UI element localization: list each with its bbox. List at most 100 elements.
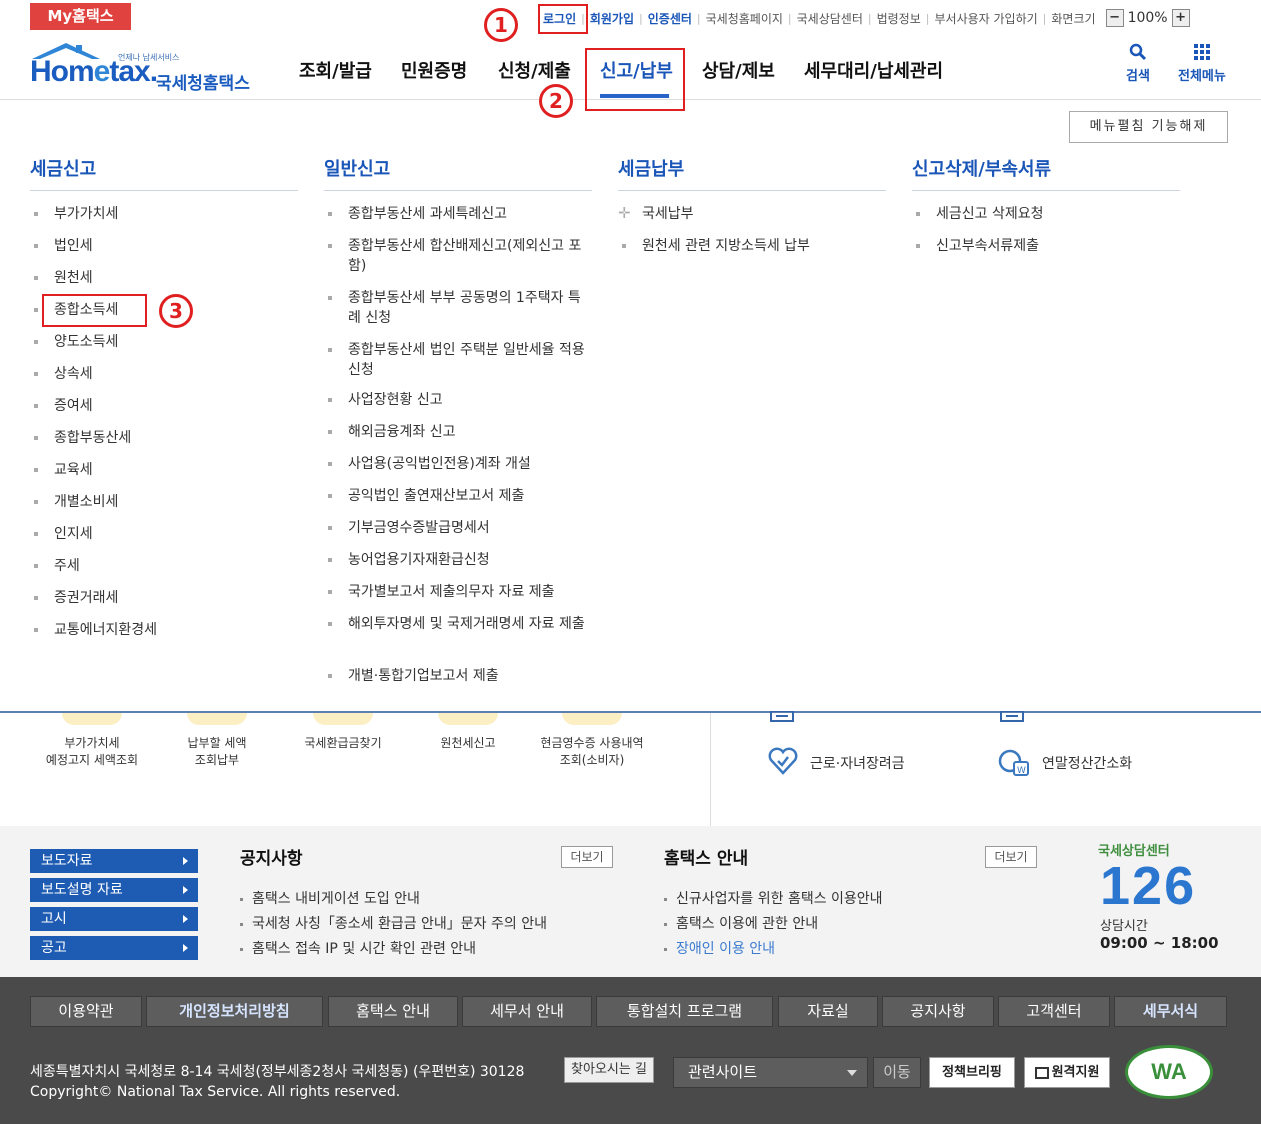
center-hours: 09:00 ~ 18:00 <box>1100 934 1219 952</box>
annotation-box-report-payment <box>585 48 685 111</box>
menu-item-vat[interactable]: 부가가치세 <box>34 204 118 224</box>
gnb-inquiry[interactable]: 조회/발급 <box>299 57 401 83</box>
side-button-announcement[interactable]: 공고 <box>30 936 198 960</box>
zoom-in-button[interactable]: + <box>1171 9 1190 27</box>
zoom-control: − 100% + <box>1105 9 1190 27</box>
footer-tax-forms-button[interactable]: 세무서식 <box>1114 996 1227 1027</box>
quick-icon-refund <box>313 713 373 725</box>
menu-item-overseas-account[interactable]: 해외금융계좌 신고 <box>328 422 593 442</box>
notice-item[interactable]: 국세청 사칭「종소세 환급금 안내」문자 주의 안내 <box>240 913 547 933</box>
menu-item-corporate-tax[interactable]: 법인세 <box>34 236 93 256</box>
notice-more-button[interactable]: 더보기 <box>561 846 613 868</box>
related-site-select[interactable]: 관련사이트 <box>673 1057 868 1088</box>
menu-item-donation-receipt[interactable]: 기부금영수증발급명세서 <box>328 518 593 538</box>
menu-item-transfer-tax[interactable]: 양도소득세 <box>34 332 118 352</box>
annotation-number-3: 3 <box>159 294 193 328</box>
menu-item-withholding-tax[interactable]: 원천세 <box>34 268 93 288</box>
svg-text:W: W <box>1017 766 1026 776</box>
gnb-consult[interactable]: 상담/제보 <box>702 57 804 83</box>
footer-hometax-guide-button[interactable]: 홈택스 안내 <box>328 996 458 1027</box>
menu-item-national-tax-payment[interactable]: ✛ 국세납부 <box>618 204 694 224</box>
menu-item-property-couple[interactable]: 종합부동산세 부부 공동명의 1주택자 특례 신청 <box>328 288 593 328</box>
search-button[interactable]: 검색 <box>1126 43 1150 84</box>
notice-item[interactable]: 홈택스 접속 IP 및 시간 확인 관련 안내 <box>240 938 476 958</box>
menu-item-company-report[interactable]: 개별·통합기업보고서 제출 <box>328 666 593 686</box>
dept-user-join-link[interactable]: 부서사용자 가입하기 <box>934 10 1037 27</box>
quick-link-refund-search[interactable]: 국세환급금찾기 <box>293 735 393 752</box>
hometax-logo[interactable]: 언제나 납세서비스 Hometax. 국세청홈택스 <box>30 41 260 94</box>
footer-terms-button[interactable]: 이용약관 <box>30 996 142 1027</box>
side-button-press-explanation[interactable]: 보도설명 자료 <box>30 878 198 902</box>
menu-item-property-corporate[interactable]: 종합부동산세 법인 주택분 일반세율 적용 신청 <box>328 340 593 380</box>
guide-more-button[interactable]: 더보기 <box>985 846 1037 868</box>
signup-link[interactable]: 회원가입 <box>590 10 634 27</box>
arrow-right-icon <box>183 915 188 923</box>
center-number: 126 <box>1100 856 1197 916</box>
quick-link-withholding[interactable]: 원천세신고 <box>418 735 518 752</box>
search-icon <box>1129 43 1147 61</box>
quick-icon-payable <box>187 713 247 725</box>
plus-icon: ✛ <box>618 204 631 222</box>
link-year-end-settlement[interactable]: 연말정산간소화 <box>1042 753 1132 773</box>
link-earned-income-credit[interactable]: 근로·자녀장려금 <box>810 753 905 773</box>
menu-item-overseas-investment[interactable]: 해외투자명세 및 국제거래명세 자료 제출 <box>328 614 593 634</box>
document-icon <box>1000 711 1024 722</box>
menu-item-liquor-tax[interactable]: 주세 <box>34 556 80 576</box>
footer-customer-center-button[interactable]: 고객센터 <box>998 996 1110 1027</box>
menu-item-country-report[interactable]: 국가별보고서 제출의무자 자료 제출 <box>328 582 593 602</box>
column-title-tax-report[interactable]: 세금신고 <box>30 155 96 181</box>
nts-homepage-link[interactable]: 국세청홈페이지 <box>706 10 783 27</box>
menu-item-transport-energy-tax[interactable]: 교통에너지환경세 <box>34 620 157 640</box>
column-divider <box>30 190 298 191</box>
footer-privacy-button[interactable]: 개인정보처리방침 <box>146 996 323 1027</box>
remote-support-button[interactable]: 원격지원 <box>1024 1057 1110 1088</box>
law-info-link[interactable]: 법령정보 <box>877 10 921 27</box>
menu-item-securities-tax[interactable]: 증권거래세 <box>34 588 118 608</box>
gnb-tax-agent[interactable]: 세무대리/납세관리 <box>804 57 943 83</box>
all-menu-button[interactable]: 전체메뉴 <box>1178 43 1226 84</box>
menu-item-business-account[interactable]: 사업용(공익법인전용)계좌 개설 <box>328 454 593 474</box>
footer-archive-button[interactable]: 자료실 <box>778 996 878 1027</box>
menu-item-property-special[interactable]: 종합부동산세 과세특례신고 <box>328 204 593 224</box>
notice-item[interactable]: 홈택스 내비게이션 도입 안내 <box>240 888 420 908</box>
side-button-notice[interactable]: 고시 <box>30 907 198 931</box>
footer-tax-office-button[interactable]: 세무서 안내 <box>462 996 592 1027</box>
menu-item-gift-tax[interactable]: 증여세 <box>34 396 93 416</box>
footer-install-program-button[interactable]: 통합설치 프로그램 <box>596 996 773 1027</box>
move-button[interactable]: 이동 <box>873 1057 921 1088</box>
menu-item-farm-equipment-refund[interactable]: 농어업용기자재환급신청 <box>328 550 593 570</box>
cert-center-link[interactable]: 인증센터 <box>648 10 692 27</box>
menu-item-property-tax[interactable]: 종합부동산세 <box>34 428 131 448</box>
column-divider <box>912 190 1180 191</box>
menu-item-property-exclusion[interactable]: 종합부동산세 합산배제신고(제외신고 포함) <box>328 236 593 276</box>
quick-link-payable-tax[interactable]: 납부할 세액 조회납부 <box>167 735 267 769</box>
menu-fold-toggle-button[interactable]: 메뉴펼침 기능해제 <box>1069 111 1228 143</box>
column-title-general-report[interactable]: 일반신고 <box>324 155 390 181</box>
gnb-certificate[interactable]: 민원증명 <box>401 57 498 83</box>
menu-item-business-status[interactable]: 사업장현황 신고 <box>328 390 593 410</box>
logo-brand: Hometax. <box>30 55 158 88</box>
column-title-tax-payment[interactable]: 세금납부 <box>618 155 684 181</box>
menu-item-public-corp-report[interactable]: 공익법인 출연재산보고서 제출 <box>328 486 593 506</box>
zoom-out-button[interactable]: − <box>1105 9 1124 27</box>
policy-briefing-button[interactable]: 정책브리핑 <box>929 1057 1015 1088</box>
side-button-press-release[interactable]: 보도자료 <box>30 849 198 873</box>
footer-copyright: Copyright© National Tax Service. All rig… <box>30 1084 401 1100</box>
menu-item-attachment-submit[interactable]: 신고부속서류제출 <box>916 236 1039 256</box>
footer-notice-button[interactable]: 공지사항 <box>882 996 994 1027</box>
quick-link-cash-receipt[interactable]: 현금영수증 사용내역 조회(소비자) <box>532 735 652 769</box>
find-location-button[interactable]: 찾아오시는 길 <box>564 1057 654 1083</box>
quick-link-vat-inquiry[interactable]: 부가가치세 예정고지 세액조회 <box>42 735 142 769</box>
menu-item-stamp-tax[interactable]: 인지세 <box>34 524 93 544</box>
menu-item-education-tax[interactable]: 교육세 <box>34 460 93 480</box>
menu-item-local-income-tax[interactable]: 원천세 관련 지방소득세 납부 <box>622 236 810 256</box>
menu-item-inheritance-tax[interactable]: 상속세 <box>34 364 93 384</box>
menu-item-consumption-tax[interactable]: 개별소비세 <box>34 492 118 512</box>
guide-item[interactable]: 신규사업자를 위한 홈택스 이용안내 <box>664 888 883 908</box>
consult-center-link[interactable]: 국세상담센터 <box>797 10 863 27</box>
guide-item-accessibility[interactable]: 장애인 이용 안내 <box>664 938 775 958</box>
menu-item-report-delete-request[interactable]: 세금신고 삭제요청 <box>916 204 1044 224</box>
my-hometax-button[interactable]: My홈택스 <box>30 3 131 30</box>
column-title-report-delete[interactable]: 신고삭제/부속서류 <box>912 155 1051 181</box>
guide-item[interactable]: 홈택스 이용에 관한 안내 <box>664 913 818 933</box>
